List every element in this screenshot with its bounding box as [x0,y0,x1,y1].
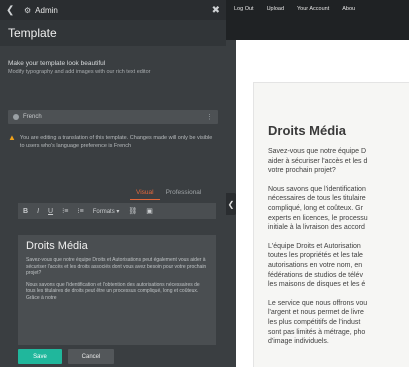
page-paragraph: Savez-vous que notre équipe D aider à sé… [268,147,409,176]
bullet-list-icon[interactable]: ⁝≡ [77,207,83,215]
page-line: nécessaires de tous les titulaire [268,195,366,203]
page-line: d'image individuels. [268,338,329,346]
translation-warning: ▲ You are editing a translation of this … [8,134,218,150]
save-button[interactable]: Save [18,349,62,364]
page-line: Savez-vous que notre équipe D [268,148,367,155]
page-line: toutes les propriétés et les tale [268,252,363,260]
cancel-button[interactable]: Cancel [68,349,114,364]
editor-title: Droits Média [26,240,88,252]
nav-about[interactable]: Abou [342,6,355,12]
tab-visual[interactable]: Visual [130,186,160,200]
language-select[interactable]: French ⋮ [8,110,218,124]
underline-button[interactable]: U [48,208,53,215]
warning-text: You are editing a translation of this te… [19,135,213,149]
page-line: fédérations de studios de télév [268,271,363,279]
globe-icon [13,114,19,120]
gear-icon[interactable]: ⚙ [24,6,31,15]
panel-title: Template [0,20,226,46]
screen: ❮ ⚙ Admin ✖ Template Make your template … [0,0,409,367]
page-preview: Droits Média Savez-vous que notre équipe… [253,82,409,367]
panel-footer: Save Cancel [18,349,114,364]
admin-label: Admin [35,5,58,15]
formats-dropdown[interactable]: Formats ▾ [93,208,120,215]
page-line: Nous savons que l'identification [268,185,366,193]
page-line: initiale à la livraison des accord [268,224,365,232]
close-icon[interactable]: ✖ [212,5,220,16]
editor-paragraph: Savez-vous que notre équipe Droits et Au… [26,257,207,276]
link-icon[interactable]: ⛓ [128,207,137,215]
panel-subheading: Modify typography and add images with ou… [8,69,151,75]
nav-log-out[interactable]: Log Out [234,6,254,12]
more-icon[interactable]: ⋮ [206,113,213,121]
site-nav: Log Out Upload Your Account Abou [226,0,409,40]
image-icon[interactable]: ▣ [146,207,153,215]
bold-button[interactable]: B [23,208,28,215]
collapse-panel-icon[interactable]: ❮ [226,193,236,215]
page-paragraph: L'équipe Droits et Autorisation toutes l… [268,242,409,290]
page-line: experts en licences, le processu [268,214,368,222]
admin-bar: ❮ ⚙ Admin ✖ [0,0,226,20]
tab-professional[interactable]: Professional [160,186,208,200]
warning-icon: ▲ [8,133,16,142]
editor-toolbar: B I U ⁝≡ ⁝≡ Formats ▾ ⛓ ▣ [18,203,216,219]
editor-paragraph: Nous savons que l'identification et l'ob… [26,281,200,301]
italic-button[interactable]: I [37,208,39,215]
ordered-list-icon[interactable]: ⁝≡ [62,207,68,215]
page-line: sont pas limités à métrage, pho [268,328,366,336]
nav-your-account[interactable]: Your Account [297,6,329,12]
page-line: votre prochain projet? [268,167,336,175]
nav-upload[interactable]: Upload [267,6,284,12]
page-line: L'équipe Droits et Autorisation [268,242,361,250]
page-line: les plus compétitifs de l'indust [268,318,361,326]
page-line: autorisations en votre nom, en [268,261,363,269]
page-title: Droits Média [268,123,347,138]
page-line: compliqué, long et coûteux. Gr [268,204,363,212]
page-line: Le service que nous offrons vou [268,299,368,307]
chevron-left-icon[interactable]: ❮ [6,5,20,16]
editor-tabs: Visual Professional [130,186,207,200]
page-paragraph: Le service que nous offrons vou l'argent… [268,299,409,347]
page-line: l'argent et nous permet de livre [268,309,364,317]
language-value: French [23,114,42,120]
panel-heading: Make your template look beautiful [8,60,106,67]
page-line: aider à sécuriser l'accès et les d [268,157,368,165]
page-paragraph: Nous savons que l'identification nécessa… [268,185,409,233]
page-line: les maisons de disques et les é [268,281,366,289]
rich-text-editor[interactable]: Droits Média Savez-vous que notre équipe… [18,235,216,345]
